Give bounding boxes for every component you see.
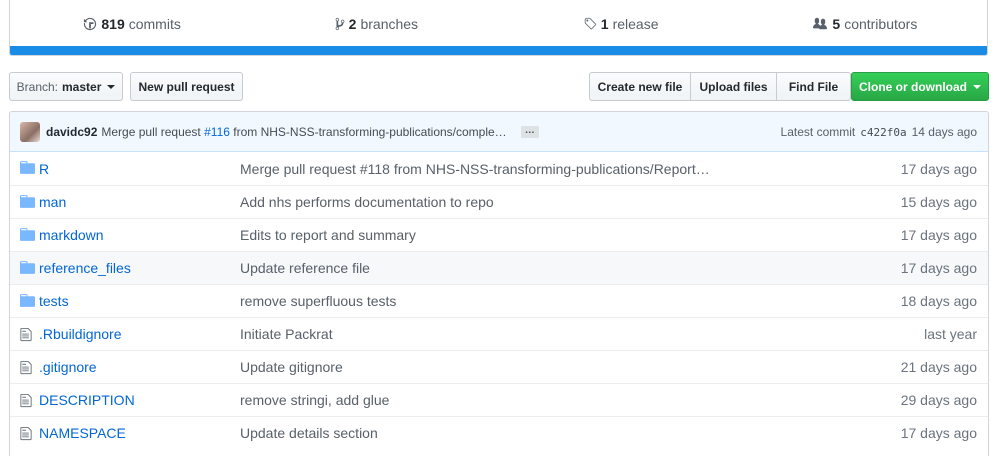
file-name-link[interactable]: .Rbuildignore	[39, 326, 122, 342]
branch-select-button[interactable]: Branch: master	[9, 72, 123, 101]
contributors-count: 5	[832, 15, 841, 32]
file-commit-age: 21 days ago	[900, 359, 977, 375]
file-commit-age: 15 days ago	[900, 194, 977, 210]
file-commit-message[interactable]: Update reference file	[240, 260, 370, 276]
releases-link[interactable]: 1 release	[499, 0, 743, 47]
table-row[interactable]: DESCRIPTION remove stringi, add glue 29 da…	[10, 383, 988, 416]
table-row[interactable]: man Add nhs performs documentation to rep…	[10, 185, 988, 218]
file-icon-wrap	[20, 393, 32, 411]
commit-author[interactable]: davidc92	[46, 125, 97, 139]
find-file-button[interactable]: Find File	[776, 72, 851, 101]
table-row[interactable]: R Merge pull request #118 from NHS-NSS-tr…	[10, 152, 988, 185]
tag-icon	[584, 17, 596, 29]
file-name-link[interactable]: NAMESPACE	[39, 425, 126, 441]
file-commit-age: 29 days ago	[900, 392, 977, 408]
file-commit-message[interactable]: Update gitignore	[240, 359, 343, 375]
file-name-link[interactable]: R	[39, 161, 49, 177]
table-row[interactable]: .gitignore Update gitignore 21 days ago	[10, 350, 988, 383]
folder-icon-wrap	[20, 294, 35, 310]
file-navigation: Branch: master New pull request Create n…	[9, 72, 989, 101]
file-commit-age: last year	[924, 326, 977, 342]
file-commit-message[interactable]: Add nhs performs documentation to repo	[240, 194, 494, 210]
file-commit-age: 17 days ago	[900, 260, 977, 276]
latest-commit-info: Latest commit c422f0a 14 days ago	[781, 112, 977, 152]
branch-icon	[335, 17, 345, 30]
repo-summary: 819 commits 2 branches 1 release 5 contr…	[9, 0, 988, 56]
file-commit-message[interactable]: remove stringi, add glue	[240, 392, 389, 408]
file-icon	[20, 360, 32, 375]
file-commit-message[interactable]: remove superfluous tests	[240, 293, 396, 309]
folder-icon	[20, 294, 35, 307]
create-new-file-button[interactable]: Create new file	[589, 72, 691, 101]
folder-icon	[20, 161, 35, 174]
commits-label: commits	[128, 15, 181, 32]
file-icon	[20, 426, 32, 441]
file-name-link[interactable]: .gitignore	[39, 359, 97, 375]
branches-label: branches	[360, 15, 419, 32]
upload-files-button[interactable]: Upload files	[690, 72, 777, 101]
commit-age: 14 days ago	[911, 125, 977, 139]
file-icon	[20, 393, 32, 408]
file-commit-message[interactable]: Initiate Packrat	[240, 326, 333, 342]
commit-message: Merge pull request #116 from NHS-NSS-tra…	[101, 125, 506, 139]
file-actions-group: Create new file Upload files Find File	[589, 72, 851, 101]
caret-down-icon	[107, 84, 116, 89]
contributors-label: contributors	[844, 15, 918, 32]
commit-message-rest[interactable]: from NHS-NSS-transforming-publications/c…	[233, 125, 506, 139]
file-name-link[interactable]: man	[39, 194, 66, 210]
table-row[interactable]: reference_files Update reference file 17 d…	[10, 251, 988, 284]
contributors-link[interactable]: 5 contributors	[743, 0, 987, 47]
file-icon-wrap	[20, 327, 32, 345]
file-rows: R Merge pull request #118 from NHS-NSS-tr…	[10, 152, 988, 449]
file-commit-age: 17 days ago	[900, 160, 977, 177]
file-commit-age: 18 days ago	[900, 293, 977, 309]
clone-label: Clone or download	[859, 79, 967, 94]
folder-icon	[20, 228, 35, 241]
new-pull-request-button[interactable]: New pull request	[130, 72, 243, 101]
file-icon	[20, 327, 32, 342]
caret-down-icon	[973, 84, 981, 89]
table-row[interactable]: tests remove superfluous tests 18 days ago	[10, 284, 988, 317]
clone-or-download-button[interactable]: Clone or download	[851, 72, 989, 101]
releases-count: 1	[600, 15, 609, 32]
file-list: davidc92 Merge pull request #116 from NH…	[9, 111, 989, 456]
file-commit-age: 17 days ago	[900, 425, 977, 441]
commit-sha-link[interactable]: c422f0a	[860, 126, 906, 139]
file-name-link[interactable]: markdown	[39, 227, 104, 243]
folder-icon	[20, 261, 35, 274]
file-commit-message[interactable]: Merge pull request #118 from NHS-NSS-tra…	[240, 161, 710, 177]
expand-commit-message-button[interactable]: …	[520, 125, 539, 138]
file-name-link[interactable]: DESCRIPTION	[39, 392, 135, 408]
table-row[interactable]: markdown Edits to report and summary 17 da…	[10, 218, 988, 251]
folder-icon-wrap	[20, 228, 35, 244]
history-icon	[84, 17, 97, 30]
avatar[interactable]	[20, 121, 40, 142]
latest-commit-bar: davidc92 Merge pull request #116 from NH…	[10, 112, 988, 152]
people-icon	[813, 17, 828, 29]
file-commit-age: 17 days ago	[900, 227, 977, 243]
branches-count: 2	[348, 15, 357, 32]
commit-pr-link[interactable]: #116	[204, 125, 230, 139]
folder-icon-wrap	[20, 161, 35, 177]
file-name-link[interactable]: tests	[39, 293, 69, 309]
commit-message-prefix[interactable]: Merge pull request	[101, 125, 200, 139]
commits-link[interactable]: 819 commits	[10, 0, 254, 47]
file-commit-message[interactable]: Update details section	[240, 425, 378, 441]
branch-name: master	[62, 79, 102, 94]
table-row[interactable]: NAMESPACE Update details section 17 days a…	[10, 416, 988, 449]
file-name-link[interactable]: reference_files	[39, 260, 131, 276]
branch-prefix: Branch:	[16, 79, 58, 94]
language-bar[interactable]	[10, 46, 987, 55]
branches-link[interactable]: 2 branches	[254, 0, 498, 47]
folder-icon-wrap	[20, 195, 35, 211]
file-commit-message[interactable]: Edits to report and summary	[240, 227, 416, 243]
latest-commit-label: Latest commit	[780, 125, 856, 139]
releases-label: release	[612, 15, 659, 32]
commits-count: 819	[101, 15, 125, 32]
folder-icon-wrap	[20, 261, 35, 277]
file-icon-wrap	[20, 360, 32, 378]
file-icon-wrap	[20, 426, 32, 444]
folder-icon	[20, 195, 35, 208]
table-row[interactable]: .Rbuildignore Initiate Packrat last year	[10, 317, 988, 350]
